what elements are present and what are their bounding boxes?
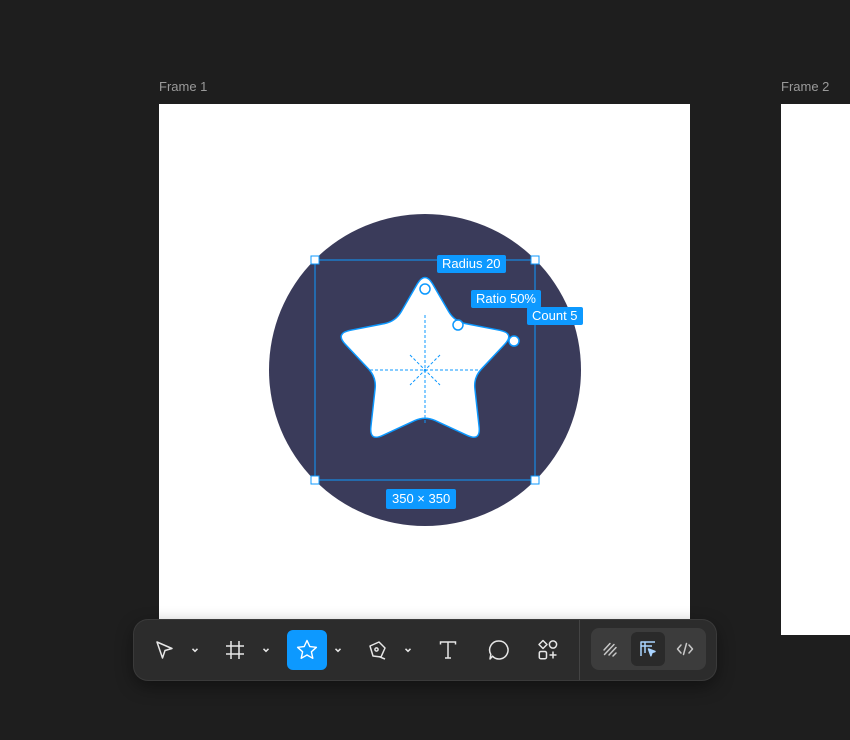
frame-tool-button[interactable] [215, 630, 255, 670]
count-label: Count 5 [527, 307, 583, 325]
pen-tool-button[interactable] [357, 630, 397, 670]
chevron-down-icon [191, 648, 199, 653]
comment-tool-button[interactable] [479, 630, 519, 670]
chevron-down-icon [262, 648, 270, 653]
radius-handle[interactable] [419, 283, 431, 295]
design-mode-button[interactable] [631, 632, 665, 666]
toolbar-divider [579, 620, 580, 680]
dimensions-label: 350 × 350 [386, 489, 457, 509]
draw-icon [603, 642, 617, 657]
pen-tool-dropdown[interactable] [400, 630, 416, 670]
comment-icon [488, 640, 509, 660]
chevron-down-icon [334, 648, 342, 653]
move-tool-button[interactable] [144, 630, 184, 670]
cursor-icon [156, 641, 173, 659]
frame-tool-dropdown[interactable] [258, 630, 274, 670]
ratio-handle[interactable] [452, 319, 464, 331]
count-handle[interactable] [508, 335, 520, 347]
handle-bottom-right[interactable] [530, 475, 540, 485]
handle-bottom-left[interactable] [310, 475, 320, 485]
draw-mode-button[interactable] [593, 632, 627, 666]
chevron-down-icon [404, 648, 412, 653]
code-icon [676, 642, 694, 656]
frame-2-label[interactable]: Frame 2 [781, 79, 829, 94]
shape-tool-button[interactable] [287, 630, 327, 670]
dev-mode-button[interactable] [668, 632, 702, 666]
ratio-label: Ratio 50% [471, 290, 541, 308]
frame-2[interactable] [781, 104, 850, 635]
frame-hash-icon [226, 641, 244, 659]
handle-top-left[interactable] [310, 255, 320, 265]
text-icon [439, 641, 457, 659]
shapes-plus-icon [538, 639, 558, 660]
design-icon [640, 641, 656, 657]
star-icon [296, 639, 318, 659]
bottom-toolbar [134, 620, 716, 680]
radius-label: Radius 20 [437, 255, 506, 273]
move-tool-dropdown[interactable] [187, 630, 203, 670]
pen-icon [369, 641, 386, 660]
shape-tool-dropdown[interactable] [330, 630, 346, 670]
mode-switcher [591, 628, 706, 670]
text-tool-button[interactable] [428, 630, 468, 670]
handle-top-right[interactable] [530, 255, 540, 265]
frame-1-label[interactable]: Frame 1 [159, 79, 207, 94]
actions-tool-button[interactable] [528, 630, 568, 670]
